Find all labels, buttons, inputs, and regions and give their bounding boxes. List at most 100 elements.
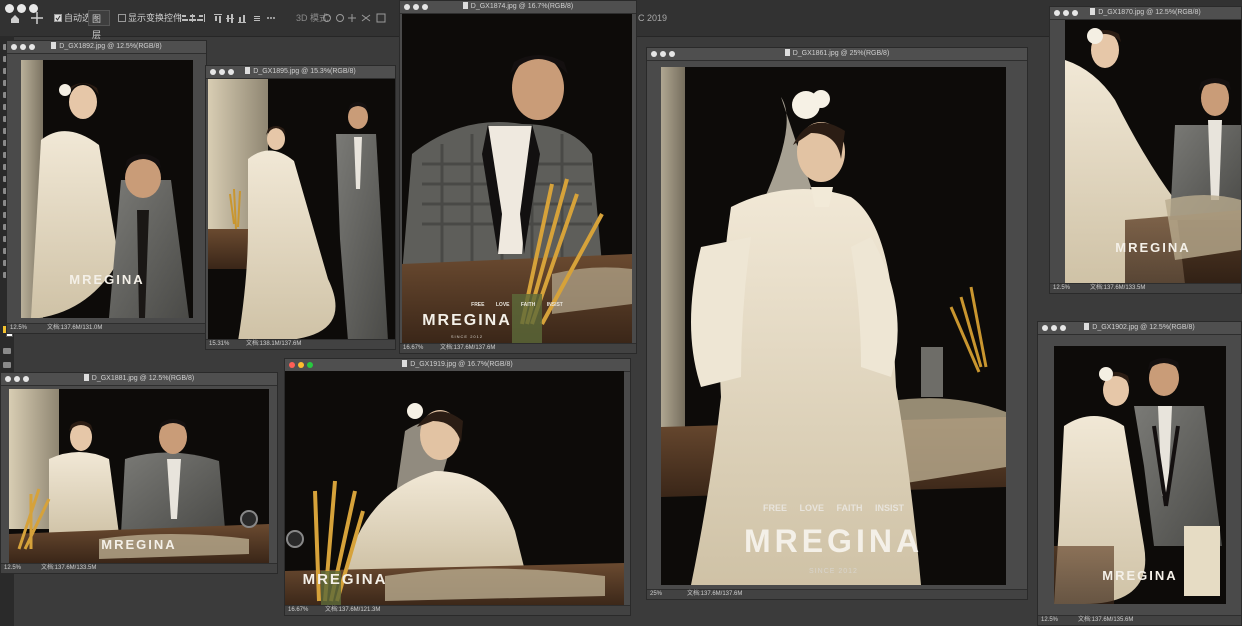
window-title: D_GX1870.jpg @ 12.5%(RGB/8) — [1050, 7, 1241, 19]
tag-love: LOVE — [495, 302, 510, 308]
zoom-level[interactable]: 16.67% — [288, 606, 308, 615]
watermark-brand: MREGINA — [101, 537, 177, 552]
window-title: D_GX1919.jpg @ 16.7%(RGB/8) — [285, 359, 630, 371]
watermark-brand: MREGINA — [743, 523, 924, 559]
window-title: D_GX1881.jpg @ 12.5%(RGB/8) — [1, 373, 277, 385]
window-title-text: D_GX1881.jpg @ 12.5%(RGB/8) — [91, 375, 195, 382]
watermark-brand: MREGINA — [1115, 240, 1191, 255]
window-title-text: D_GX1895.jpg @ 15.3%(RGB/8) — [253, 68, 356, 75]
watermark-brand: MREGINA — [302, 571, 388, 588]
document-icon — [245, 67, 251, 74]
align-icons[interactable] — [178, 10, 278, 26]
window-titlebar[interactable]: D_GX1874.jpg @ 16.7%(RGB/8) — [400, 1, 636, 14]
show-transform-label: 显示变换控件 — [128, 13, 183, 23]
window-title: D_GX1861.jpg @ 25%(RGB/8) — [647, 48, 1027, 60]
tag-insist: INSIST — [546, 302, 563, 308]
window-title: D_GX1902.jpg @ 12.5%(RGB/8) — [1038, 322, 1241, 334]
window-titlebar[interactable]: D_GX1881.jpg @ 12.5%(RGB/8) — [1, 373, 277, 386]
zoom-level[interactable]: 12.5% — [4, 564, 21, 573]
window-titlebar[interactable]: D_GX1892.jpg @ 12.5%(RGB/8) — [7, 41, 206, 54]
status-bar: 12.5% 文档:137.6M/133.5M — [1050, 283, 1241, 293]
document-size[interactable]: 文档:137.6M/131.0M — [47, 324, 102, 333]
window-title-text: D_GX1861.jpg @ 25%(RGB/8) — [792, 50, 890, 57]
status-bar: 16.67% 文档:137.6M/137.6M — [400, 343, 636, 353]
3d-tools-icons[interactable] — [322, 10, 392, 26]
photo-canvas[interactable]: MREGINA — [21, 60, 193, 318]
watermark-brand: MREGINA — [69, 272, 145, 287]
document-icon — [1084, 323, 1090, 330]
show-transform-checkbox[interactable] — [118, 10, 126, 26]
window-title-text: D_GX1874.jpg @ 16.7%(RGB/8) — [470, 3, 574, 10]
screen-mode-icon[interactable] — [3, 362, 11, 368]
wedding-photo — [1054, 346, 1226, 604]
status-bar: 12.5% 文档:137.6M/131.0M — [7, 323, 206, 333]
tag-insist: INSIST — [875, 503, 905, 513]
document-window[interactable]: D_GX1874.jpg @ 16.7%(RGB/8) FREE LOVE FA… — [399, 0, 637, 354]
zoom-level[interactable]: 12.5% — [1041, 616, 1058, 625]
zoom-level[interactable]: 15.31% — [209, 340, 229, 349]
window-title: D_GX1892.jpg @ 12.5%(RGB/8) — [7, 41, 206, 53]
home-icon[interactable] — [10, 10, 20, 26]
window-titlebar[interactable]: D_GX1895.jpg @ 15.3%(RGB/8) — [206, 66, 395, 79]
document-icon — [1090, 8, 1096, 15]
window-title-text: D_GX1892.jpg @ 12.5%(RGB/8) — [59, 43, 162, 50]
window-title-text: D_GX1919.jpg @ 16.7%(RGB/8) — [410, 361, 513, 368]
layer-select[interactable]: 图层 — [88, 10, 110, 40]
document-window[interactable]: D_GX1870.jpg @ 12.5%(RGB/8) MREGINA 12.5… — [1049, 6, 1242, 294]
zoom-level[interactable]: 16.67% — [403, 344, 423, 353]
document-window[interactable]: D_GX1881.jpg @ 12.5%(RGB/8) MREGINA 12.5… — [0, 372, 278, 574]
watermark-brand: MREGINA — [1102, 568, 1178, 583]
photo-canvas[interactable]: MREGINA — [1065, 20, 1241, 284]
tag-faith: FAITH — [836, 503, 863, 513]
window-titlebar[interactable]: D_GX1861.jpg @ 25%(RGB/8) — [647, 48, 1027, 61]
document-icon — [462, 2, 468, 9]
document-size[interactable]: 文档:137.6M/121.3M — [325, 606, 380, 615]
photo-canvas[interactable]: FREE LOVE FAITH INSIST MREGINA SINCE 201… — [661, 67, 1006, 585]
photo-canvas[interactable]: FREE LOVE FAITH INSIST MREGINA SINCE 201… — [402, 14, 632, 344]
zoom-level[interactable]: 12.5% — [10, 324, 27, 333]
document-size[interactable]: 文档:137.6M/135.6M — [1078, 616, 1133, 625]
photo-canvas[interactable]: MREGINA — [9, 389, 269, 563]
document-window[interactable]: D_GX1895.jpg @ 15.3%(RGB/8) 15.31% 文档:13… — [205, 65, 396, 350]
tag-free: FREE — [762, 503, 787, 513]
document-icon — [402, 360, 408, 367]
window-title: D_GX1895.jpg @ 15.3%(RGB/8) — [206, 66, 395, 78]
window-titlebar[interactable]: D_GX1870.jpg @ 12.5%(RGB/8) — [1050, 7, 1241, 20]
quick-mask-icon[interactable] — [3, 348, 11, 354]
document-size[interactable]: 文档:137.6M/137.6M — [687, 590, 742, 599]
status-bar: 12.5% 文档:137.6M/133.5M — [1, 563, 277, 573]
document-window[interactable]: D_GX1902.jpg @ 12.5%(RGB/8) MREGINA 12.5… — [1037, 321, 1242, 626]
zoom-level[interactable]: 25% — [650, 590, 662, 599]
photo-canvas[interactable]: MREGINA — [285, 371, 624, 607]
auto-select-checkbox[interactable] — [54, 10, 62, 26]
status-bar: 12.5% 文档:137.6M/135.6M — [1038, 615, 1241, 625]
document-size[interactable]: 文档:138.1M/137.6M — [246, 340, 301, 349]
photo-canvas[interactable]: MREGINA — [1054, 346, 1226, 604]
document-size[interactable]: 文档:137.6M/133.5M — [1090, 284, 1145, 293]
watermark-tags: FREE LOVE FAITH INSIST — [402, 302, 632, 308]
window-title-text: D_GX1902.jpg @ 12.5%(RGB/8) — [1092, 324, 1195, 331]
wedding-photo — [402, 14, 632, 344]
document-icon — [784, 49, 790, 56]
window-titlebar[interactable]: D_GX1902.jpg @ 12.5%(RGB/8) — [1038, 322, 1241, 335]
document-window[interactable]: D_GX1892.jpg @ 12.5%(RGB/8) MREGINA 12.5… — [6, 40, 207, 334]
watermark-since: SINCE 2012 — [809, 568, 858, 575]
document-window[interactable]: D_GX1919.jpg @ 16.7%(RGB/8) MREGINA 16.6… — [284, 358, 631, 616]
document-size[interactable]: 文档:137.6M/133.5M — [41, 564, 96, 573]
status-bar: 25% 文档:137.6M/137.6M — [647, 589, 1027, 599]
watermark-brand: MREGINA — [422, 312, 512, 329]
window-title-text: D_GX1870.jpg @ 12.5%(RGB/8) — [1098, 9, 1201, 16]
tag-free: FREE — [471, 302, 485, 308]
document-size[interactable]: 文档:137.6M/137.6M — [440, 344, 495, 353]
status-bar: 16.67% 文档:137.6M/121.3M — [285, 605, 630, 615]
document-window[interactable]: D_GX1861.jpg @ 25%(RGB/8) FREE LOVE FAIT… — [646, 47, 1028, 600]
tag-faith: FAITH — [520, 302, 536, 308]
move-tool-icon[interactable] — [30, 10, 44, 26]
wedding-photo — [208, 79, 395, 341]
document-icon — [83, 374, 89, 381]
window-title: D_GX1874.jpg @ 16.7%(RGB/8) — [400, 1, 636, 13]
photo-canvas[interactable] — [208, 79, 395, 341]
zoom-level[interactable]: 12.5% — [1053, 284, 1070, 293]
watermark-tags: FREE LOVE FAITH INSIST — [661, 503, 1006, 513]
app-title: C 2019 — [638, 13, 668, 23]
